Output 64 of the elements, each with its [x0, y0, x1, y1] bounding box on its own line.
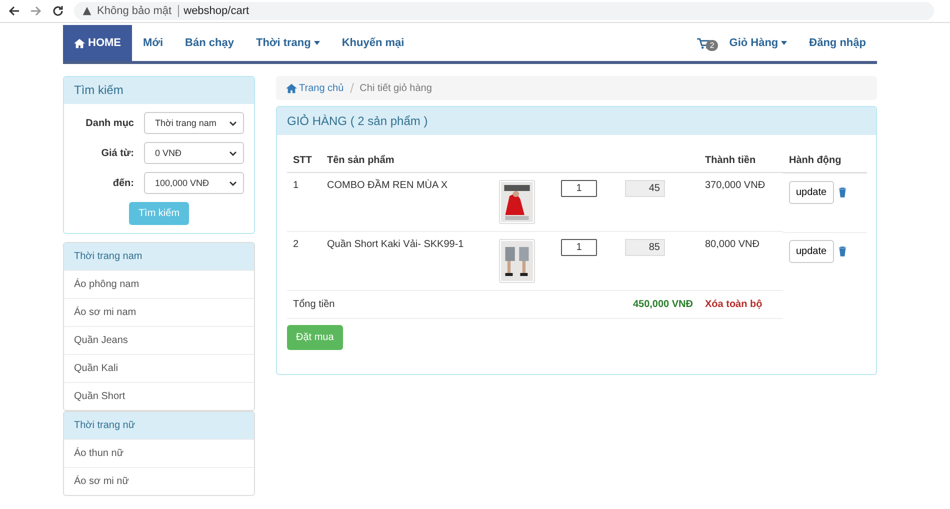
quantity-field[interactable]: 1 [561, 180, 597, 197]
delete-icon[interactable] [838, 246, 847, 256]
total-label: Tổng tiền [293, 299, 335, 310]
field-label: Giá từ: [100, 148, 134, 158]
chevron-down-icon [229, 150, 237, 156]
category-item[interactable]: Quần Kali [64, 354, 254, 382]
cart-count-badge: 2 [706, 40, 718, 51]
security-label: Không bảo mật [97, 5, 179, 17]
separator-icon [350, 83, 354, 93]
table-cell: 2 [293, 239, 299, 250]
clear-all-link[interactable]: Xóa toàn bộ [705, 299, 762, 310]
warning-icon [82, 6, 92, 16]
category-item[interactable]: Quần Jeans [64, 326, 254, 354]
chevron-down-icon [229, 120, 237, 126]
category-item[interactable]: Quần Short [64, 382, 254, 410]
nav-link[interactable]: Mới [132, 25, 174, 61]
category-item[interactable]: Áo phông nam [64, 270, 254, 298]
caret-icon [781, 41, 788, 45]
cart-title: GIỎ HÀNG ( 2 sản phẩm ) [277, 107, 876, 135]
quantity-field[interactable]: 1 [561, 239, 597, 256]
column-header: Tên sản phẩm [327, 155, 394, 166]
login-link[interactable]: Đăng nhập [798, 25, 877, 61]
nav-link[interactable]: Khuyến mại [330, 25, 416, 61]
breadcrumb-link[interactable]: Trang chủ [299, 82, 344, 94]
select-field[interactable]: Thời trang nam [144, 112, 244, 134]
caret-icon [314, 41, 320, 45]
price-field: 45 [625, 180, 665, 197]
product-name: Quần Short Kaki Vải- SKK99-1 [327, 239, 464, 250]
total-value: 450,000 VNĐ [632, 299, 693, 310]
price-field: 85 [625, 239, 665, 256]
forward-icon[interactable] [30, 5, 42, 17]
reload-icon[interactable] [52, 5, 64, 17]
line-total: 370,000 VNĐ [705, 180, 766, 191]
nav-link[interactable]: HOME [63, 25, 132, 61]
nav-link[interactable]: Thời trang [244, 25, 331, 61]
category-title: Thời trang nam [64, 243, 254, 270]
home-icon [286, 82, 297, 94]
column-header: STT [293, 155, 312, 166]
home-icon [74, 38, 85, 48]
line-total: 80,000 VNĐ [705, 239, 760, 250]
panel-title: Tìm kiếm [64, 77, 254, 104]
column-header: Thành tiền [705, 155, 756, 166]
field-label: Danh mục [84, 118, 134, 128]
back-icon[interactable] [8, 5, 20, 17]
product-name: COMBO ĐẦM REN MÙA X [327, 180, 448, 191]
address-bar[interactable]: Không bảo mật webshop/cart [74, 2, 934, 20]
update-button[interactable]: update [789, 181, 834, 204]
category-title: Thời trang nữ [64, 412, 254, 439]
category-item[interactable]: Áo thun nữ [64, 439, 254, 467]
cart-icon[interactable] [696, 38, 710, 48]
cart-link[interactable]: Giỏ Hàng [718, 25, 798, 61]
select-field[interactable]: 100,000 VNĐ [144, 172, 244, 194]
category-item[interactable]: Áo sơ mi nữ [64, 467, 254, 495]
category-item[interactable]: Áo sơ mi nam [64, 298, 254, 326]
table-cell: 1 [293, 180, 299, 191]
url-text: webshop/cart [184, 5, 250, 17]
update-button[interactable]: update [789, 240, 834, 262]
field-label: đến: [112, 178, 134, 188]
current-page-label: Chi tiết giỏ hàng [360, 82, 432, 94]
nav-link[interactable]: Bán chạy [174, 25, 245, 61]
select-field[interactable]: 0 VNĐ [144, 142, 244, 164]
delete-icon[interactable] [838, 187, 847, 198]
chevron-down-icon [229, 180, 237, 186]
column-header: Hành động [789, 155, 842, 166]
